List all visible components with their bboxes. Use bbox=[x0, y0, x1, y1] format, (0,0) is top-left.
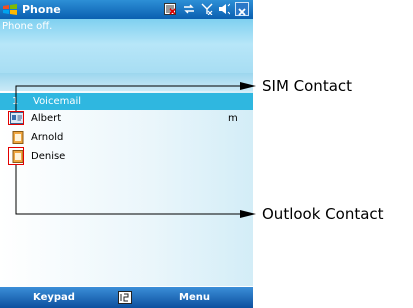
contact-name: Albert bbox=[31, 113, 62, 124]
list-item-contact[interactable]: Albert m bbox=[0, 110, 253, 127]
list-item-contact[interactable]: Arnold bbox=[0, 129, 253, 146]
softkey-bar: Keypad Menu bbox=[0, 287, 253, 308]
contact-type: m bbox=[228, 113, 238, 124]
phone-screen: Phone Phone off. 1 Voicemail Albert m Ar… bbox=[0, 0, 253, 308]
close-icon bbox=[238, 8, 246, 16]
close-button[interactable] bbox=[235, 2, 249, 16]
menu-softkey[interactable]: Menu bbox=[179, 287, 210, 308]
outlook-contact-highlight bbox=[8, 147, 24, 165]
window-title: Phone bbox=[22, 3, 61, 16]
contact-name: Denise bbox=[31, 151, 66, 162]
list-item-voicemail[interactable]: 1 Voicemail bbox=[0, 93, 253, 110]
outlook-contact-icon bbox=[12, 131, 24, 144]
sim-card-icon[interactable] bbox=[164, 3, 176, 15]
phone-status-text: Phone off. bbox=[2, 21, 53, 32]
speed-dial-number: 1 bbox=[12, 96, 19, 107]
keypad-softkey[interactable]: Keypad bbox=[33, 287, 75, 308]
voicemail-label: Voicemail bbox=[33, 96, 82, 107]
title-bar: Phone bbox=[0, 0, 253, 19]
sim-contact-highlight bbox=[8, 111, 24, 125]
connectivity-icon[interactable] bbox=[183, 3, 195, 15]
input-panel-icon[interactable] bbox=[118, 291, 132, 304]
volume-icon[interactable] bbox=[218, 3, 230, 15]
dial-input[interactable] bbox=[0, 73, 253, 91]
signal-off-icon[interactable] bbox=[201, 3, 213, 15]
windows-start-icon[interactable] bbox=[2, 2, 18, 17]
contact-name: Arnold bbox=[31, 132, 64, 143]
list-item-contact[interactable]: Denise bbox=[0, 148, 253, 165]
sim-contact-callout: SIM Contact bbox=[262, 77, 353, 95]
outlook-contact-callout: Outlook Contact bbox=[262, 205, 384, 223]
